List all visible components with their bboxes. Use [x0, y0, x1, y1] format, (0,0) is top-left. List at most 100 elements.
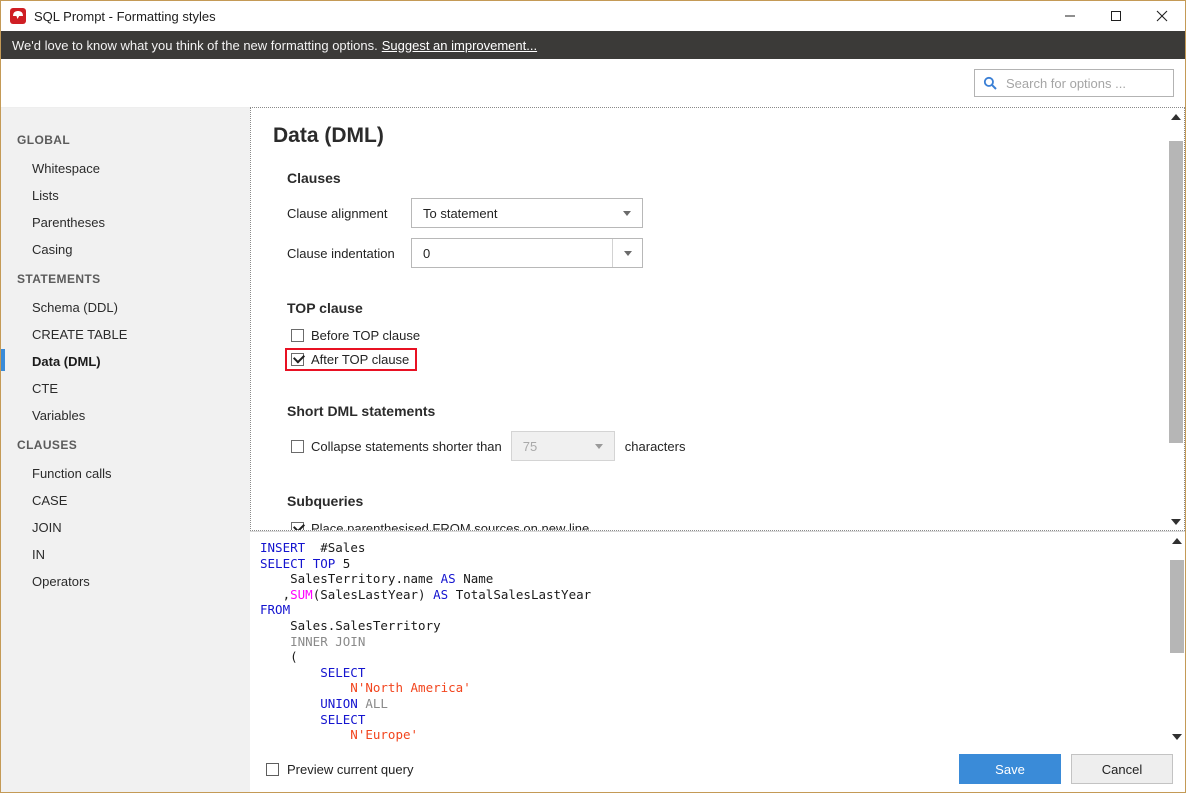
- triangle-up-icon: [1172, 537, 1182, 544]
- sidebar-item-schema-ddl[interactable]: Schema (DDL): [1, 294, 250, 321]
- options-panel: Data (DML) Clauses Clause alignment To s…: [250, 107, 1185, 531]
- sidebar-item-label: CREATE TABLE: [32, 327, 128, 342]
- notification-text: We'd love to know what you think of the …: [12, 37, 378, 53]
- scroll-down-button[interactable]: [1169, 728, 1185, 745]
- sidebar-item-label: Variables: [32, 408, 86, 423]
- checkbox-box: [291, 353, 304, 366]
- section-heading-top-clause: TOP clause: [287, 300, 363, 316]
- chevron-down-icon: [584, 432, 614, 460]
- scroll-down-button[interactable]: [1168, 513, 1184, 530]
- sidebar-item-lists[interactable]: Lists: [1, 182, 250, 209]
- right-column: Data (DML) Clauses Clause alignment To s…: [250, 107, 1185, 792]
- sidebar-item-casing[interactable]: Casing: [1, 236, 250, 263]
- scroll-up-button[interactable]: [1168, 108, 1184, 125]
- sidebar-item-label: Schema (DDL): [32, 300, 118, 315]
- sidebar-item-label: Lists: [32, 188, 59, 203]
- before-top-clause-checkbox[interactable]: Before TOP clause: [291, 328, 1167, 343]
- section-heading-clauses: Clauses: [287, 170, 341, 186]
- scrollbar-thumb[interactable]: [1169, 140, 1183, 444]
- search-input[interactable]: [1004, 74, 1164, 92]
- sidebar-item-label: Operators: [32, 574, 90, 589]
- collapse-threshold-value: 75: [522, 438, 538, 454]
- place-from-sources-label: Place parenthesised FROM sources on new …: [311, 521, 590, 530]
- clause-indentation-value: 0: [423, 245, 431, 261]
- sql-preview-content: INSERT #Sales SELECT TOP 5 SalesTerritor…: [250, 532, 1168, 745]
- place-from-sources-checkbox[interactable]: Place parenthesised FROM sources on new …: [291, 521, 1167, 530]
- window-controls: [1047, 1, 1185, 31]
- options-scrollbar[interactable]: [1167, 108, 1184, 530]
- scrollbar-thumb[interactable]: [1170, 559, 1184, 653]
- cancel-button[interactable]: Cancel: [1071, 754, 1173, 784]
- sidebar-item-label: Whitespace: [32, 161, 100, 176]
- options-content: Data (DML) Clauses Clause alignment To s…: [251, 108, 1167, 530]
- sidebar-item-case[interactable]: CASE: [1, 487, 250, 514]
- after-top-clause-checkbox[interactable]: After TOP clause: [285, 348, 418, 371]
- chevron-down-icon[interactable]: [612, 239, 642, 267]
- section-heading-short-dml: Short DML statements: [287, 403, 436, 419]
- sidebar-group-statements: STATEMENTS: [17, 272, 101, 286]
- checkbox-box: [291, 329, 304, 342]
- sidebar-item-variables[interactable]: Variables: [1, 402, 250, 429]
- preview-current-query-checkbox[interactable]: Preview current query: [266, 762, 413, 777]
- sidebar-item-label: Parentheses: [32, 215, 105, 230]
- checkbox-box: [291, 522, 304, 530]
- close-button[interactable]: [1139, 1, 1185, 31]
- triangle-down-icon: [1172, 733, 1182, 740]
- page-title: Data (DML): [273, 124, 384, 147]
- clause-alignment-label: Clause alignment: [287, 205, 388, 221]
- notification-bar: We'd love to know what you think of the …: [1, 31, 1185, 59]
- chevron-down-icon: [612, 199, 642, 227]
- sidebar-item-label: IN: [32, 547, 45, 562]
- clause-indentation-stepper[interactable]: 0: [411, 238, 643, 268]
- minimize-button[interactable]: [1047, 1, 1093, 31]
- sidebar-item-label: Data (DML): [32, 354, 101, 369]
- collapse-threshold-suffix: characters: [624, 438, 686, 454]
- search-box[interactable]: [974, 69, 1174, 97]
- sidebar-item-data-dml[interactable]: Data (DML): [1, 348, 250, 375]
- scroll-up-button[interactable]: [1169, 532, 1185, 549]
- clause-alignment-dropdown[interactable]: To statement: [411, 198, 643, 228]
- sidebar-item-in[interactable]: IN: [1, 541, 250, 568]
- sidebar-item-whitespace[interactable]: Whitespace: [1, 155, 250, 182]
- sidebar-item-join[interactable]: JOIN: [1, 514, 250, 541]
- checkbox-box: [291, 439, 304, 453]
- sidebar-item-operators[interactable]: Operators: [1, 568, 250, 595]
- preview-scrollbar[interactable]: [1168, 532, 1185, 745]
- clause-indentation-label: Clause indentation: [287, 245, 395, 261]
- minimize-icon: [1065, 15, 1075, 17]
- sidebar-item-label: Casing: [32, 242, 73, 257]
- save-button[interactable]: Save: [959, 754, 1061, 784]
- maximize-button[interactable]: [1093, 1, 1139, 31]
- clause-alignment-value: To statement: [423, 205, 498, 221]
- search-strip: [1, 59, 1185, 107]
- title-bar: SQL Prompt - Formatting styles: [1, 1, 1185, 31]
- checkbox-box: [266, 762, 279, 776]
- preview-current-query-label: Preview current query: [287, 761, 414, 777]
- sql-prompt-formatting-styles-window: SQL Prompt - Formatting styles We'd love…: [0, 0, 1186, 793]
- collapse-statements-label: Collapse statements shorter than: [311, 438, 502, 454]
- sql-preview-text: INSERT #Sales SELECT TOP 5 SalesTerritor…: [260, 540, 592, 743]
- before-top-clause-label: Before TOP clause: [311, 328, 421, 343]
- collapse-statements-row[interactable]: Collapse statements shorter than 75 char…: [291, 431, 1167, 461]
- sql-preview-panel[interactable]: INSERT #Sales SELECT TOP 5 SalesTerritor…: [250, 531, 1185, 745]
- sidebar-item-label: JOIN: [32, 520, 62, 535]
- clause-alignment-row: Clause alignment To statement: [287, 198, 1167, 228]
- triangle-up-icon: [1171, 113, 1181, 120]
- sidebar-nav: GLOBAL Whitespace Lists Parentheses Casi…: [1, 107, 250, 792]
- sidebar-group-global: GLOBAL: [17, 133, 71, 147]
- dialog-footer: Preview current query Save Cancel: [250, 745, 1185, 792]
- sidebar-item-function-calls[interactable]: Function calls: [1, 460, 250, 487]
- close-icon: [1156, 10, 1168, 22]
- triangle-down-icon: [1171, 518, 1181, 525]
- sidebar-item-create-table[interactable]: CREATE TABLE: [1, 321, 250, 348]
- redgate-logo-icon: [10, 8, 26, 24]
- section-heading-subqueries: Subqueries: [287, 493, 364, 509]
- sidebar-item-cte[interactable]: CTE: [1, 375, 250, 402]
- window-title: SQL Prompt - Formatting styles: [34, 8, 216, 24]
- sidebar-group-clauses: CLAUSES: [17, 438, 78, 452]
- maximize-icon: [1111, 11, 1121, 21]
- sidebar-item-parentheses[interactable]: Parentheses: [1, 209, 250, 236]
- body-split: GLOBAL Whitespace Lists Parentheses Casi…: [1, 107, 1185, 792]
- suggest-improvement-link[interactable]: Suggest an improvement...: [382, 38, 537, 53]
- sidebar-item-label: CASE: [32, 493, 68, 508]
